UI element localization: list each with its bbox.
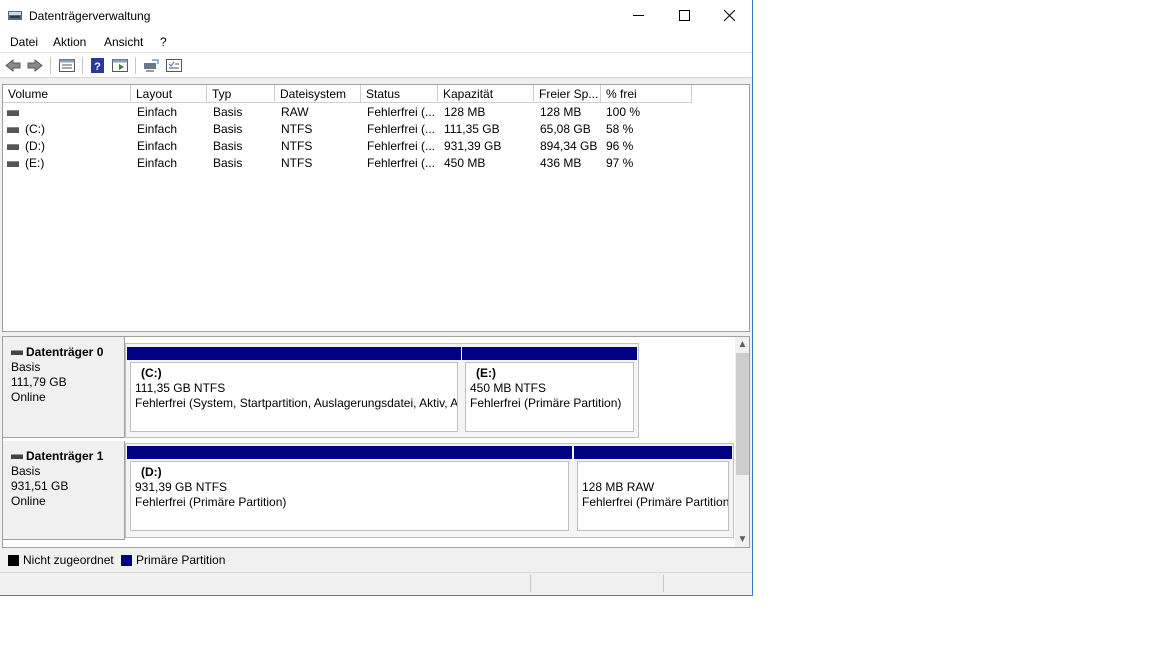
column-header-dateisystem[interactable]: Dateisystem <box>275 85 361 103</box>
disk-type: Basis <box>11 360 41 374</box>
legend-swatch-primary <box>121 555 132 566</box>
maximize-icon <box>678 10 690 21</box>
disk-icon <box>11 350 23 356</box>
menu-datei[interactable]: Datei <box>10 35 38 49</box>
disk-icon <box>11 454 23 460</box>
legend: Nicht zugeordnet Primäre Partition <box>2 550 750 570</box>
scroll-up-icon[interactable]: ▲ <box>735 337 749 352</box>
disk-management-app-icon <box>8 11 22 20</box>
disk-1-label[interactable]: Datenträger 1 Basis 931,51 GB Online <box>3 441 125 540</box>
close-icon <box>723 10 735 21</box>
column-header-layout[interactable]: Layout <box>131 85 207 103</box>
volume-list: Volume Layout Typ Dateisystem Status Kap… <box>2 84 750 332</box>
table-row[interactable]: (D:) Einfach Basis NTFS Fehlerfrei (... … <box>3 138 749 155</box>
menu-help[interactable]: ? <box>160 35 167 49</box>
table-row[interactable]: Einfach Basis RAW Fehlerfrei (... 128 MB… <box>3 104 749 121</box>
column-header-freier-speicher[interactable]: Freier Sp... <box>534 85 601 103</box>
volume-drive-icon <box>7 144 19 150</box>
back-arrow-icon[interactable] <box>4 57 22 74</box>
table-row[interactable]: (C:) Einfach Basis NTFS Fehlerfrei (... … <box>3 121 749 138</box>
console-icon[interactable] <box>142 57 160 74</box>
status-bar-separator <box>530 575 531 592</box>
toolbar-separator <box>50 57 51 74</box>
menu-aktion[interactable]: Aktion <box>53 35 86 49</box>
help-icon[interactable]: ? <box>89 57 107 74</box>
minimize-button[interactable] <box>615 0 661 31</box>
volume-drive-icon <box>7 110 19 116</box>
menu-bar: Datei Aktion Ansicht ? <box>0 31 752 53</box>
column-header-prozent-frei[interactable]: % frei <box>601 85 692 103</box>
status-bar <box>0 572 752 594</box>
window-title: Datenträgerverwaltung <box>29 9 151 23</box>
disk-size: 931,51 GB <box>11 479 69 493</box>
column-header-status[interactable]: Status <box>361 85 438 103</box>
scroll-down-icon[interactable]: ▼ <box>735 532 749 547</box>
primary-partition-bar <box>574 446 732 459</box>
volume-drive-icon <box>7 161 19 167</box>
disk-state: Online <box>11 494 46 508</box>
partition-raw[interactable]: 128 MB RAW Fehlerfrei (Primäre Partition <box>574 446 732 534</box>
maximize-button[interactable] <box>661 0 707 31</box>
column-header-kapazitaet[interactable]: Kapazität <box>438 85 534 103</box>
column-header-volume[interactable]: Volume <box>3 85 131 103</box>
settings-list-icon[interactable] <box>165 57 183 74</box>
close-button[interactable] <box>706 0 752 31</box>
menu-ansicht[interactable]: Ansicht <box>104 35 143 49</box>
table-row[interactable]: (E:) Einfach Basis NTFS Fehlerfrei (... … <box>3 155 749 172</box>
partition-e[interactable]: (E:) 450 MB NTFS Fehlerfrei (Primäre Par… <box>462 347 637 435</box>
column-header-typ[interactable]: Typ <box>207 85 275 103</box>
partition-d[interactable]: (D:) 931,39 GB NTFS Fehlerfrei (Primäre … <box>127 446 572 534</box>
list-view-icon[interactable] <box>58 57 76 74</box>
primary-partition-bar <box>127 446 572 459</box>
legend-label-unallocated: Nicht zugeordnet <box>23 553 114 567</box>
toolbar: ? <box>0 53 752 78</box>
toolbar-separator <box>135 57 136 74</box>
disk-type: Basis <box>11 464 41 478</box>
vertical-scrollbar[interactable]: ▲ ▼ <box>735 337 749 547</box>
disk-name: Datenträger 0 <box>26 345 104 359</box>
forward-arrow-icon[interactable] <box>26 57 44 74</box>
legend-swatch-unallocated <box>8 555 19 566</box>
disk-state: Online <box>11 390 46 404</box>
volume-drive-icon <box>7 127 19 133</box>
minimize-icon <box>632 15 644 16</box>
toolbar-separator <box>82 57 83 74</box>
disk-name: Datenträger 1 <box>26 449 104 463</box>
disk-0-label[interactable]: Datenträger 0 Basis 111,79 GB Online <box>3 337 125 438</box>
primary-partition-bar <box>462 347 637 360</box>
properties-icon[interactable] <box>111 57 129 74</box>
status-bar-separator <box>663 575 664 592</box>
partition-c[interactable]: (C:) 111,35 GB NTFS Fehlerfrei (System, … <box>127 347 461 435</box>
disk-graphical-view: Datenträger 0 Basis 111,79 GB Online (C:… <box>2 336 750 548</box>
title-bar: Datenträgerverwaltung <box>0 0 752 31</box>
legend-label-primary: Primäre Partition <box>136 553 226 567</box>
disk-size: 111,79 GB <box>11 375 67 389</box>
disk-management-window: Datenträgerverwaltung Datei Aktion Ansic… <box>0 0 753 596</box>
primary-partition-bar <box>127 347 461 360</box>
svg-text:?: ? <box>94 61 101 73</box>
scrollbar-thumb[interactable] <box>736 353 749 475</box>
